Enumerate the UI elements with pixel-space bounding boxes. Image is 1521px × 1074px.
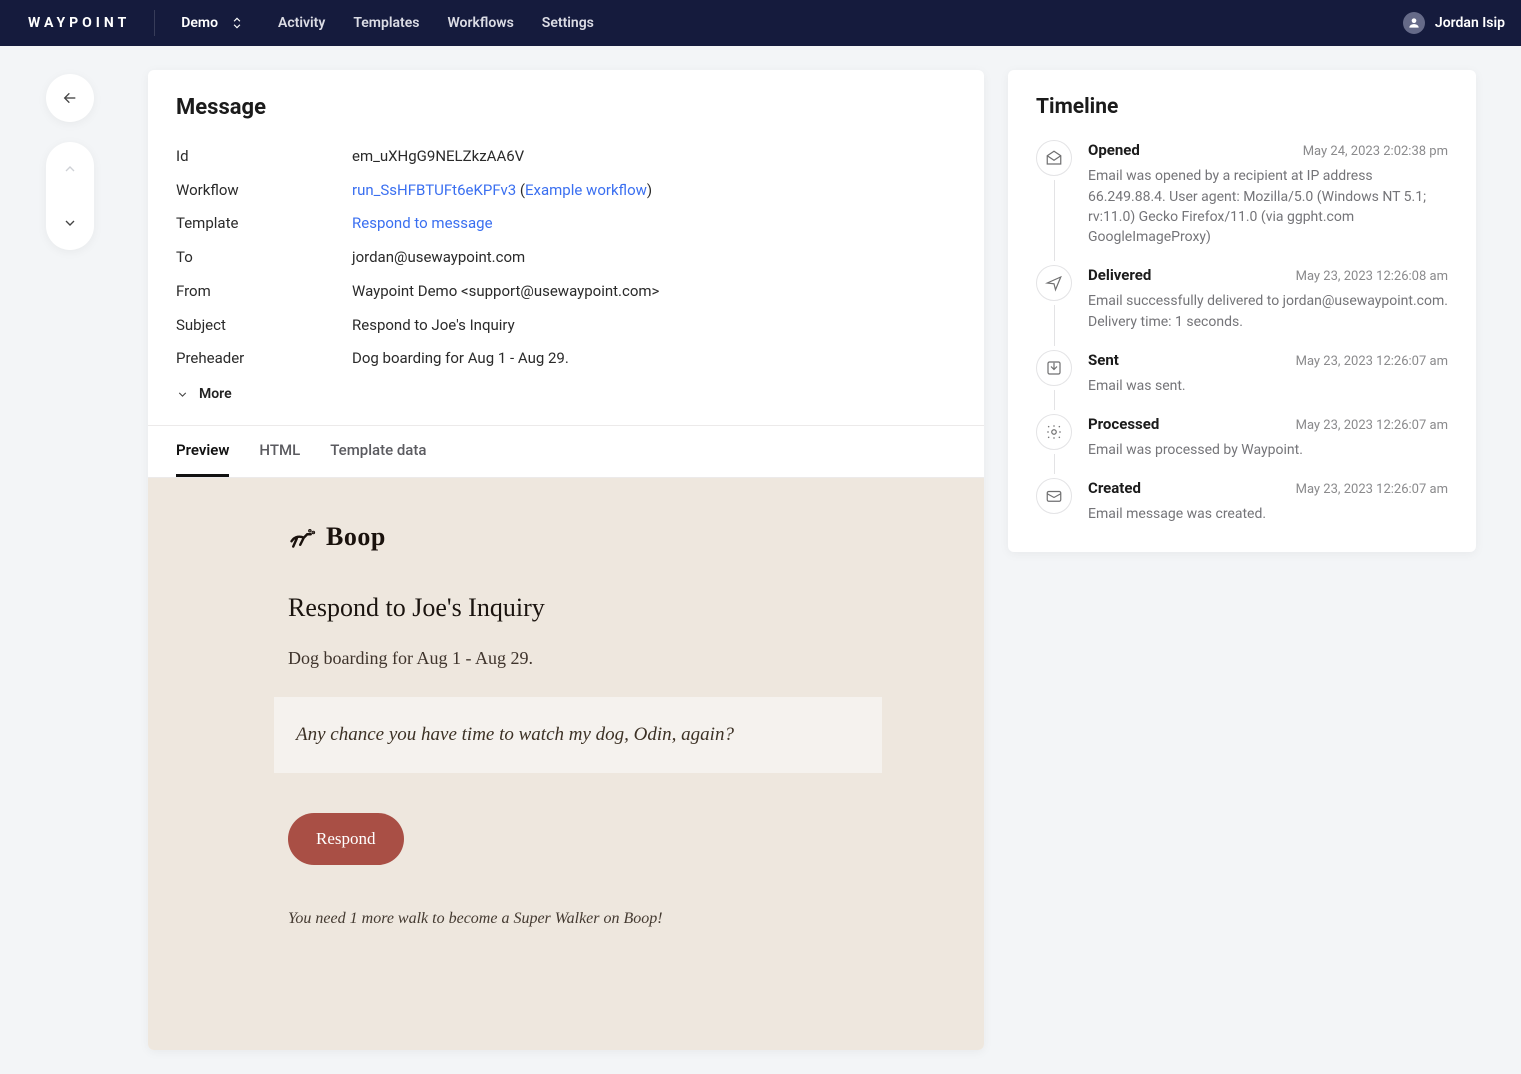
- respond-button[interactable]: Respond: [288, 813, 404, 866]
- meta-id: Id em_uXHgG9NELZkzAA6V: [176, 140, 956, 174]
- meta-label: From: [176, 281, 336, 303]
- event-date: May 23, 2023 12:26:07 am: [1296, 417, 1448, 436]
- nav-settings[interactable]: Settings: [542, 13, 594, 33]
- tab-preview[interactable]: Preview: [176, 426, 229, 477]
- meta-label: Id: [176, 146, 336, 168]
- created-icon: [1036, 478, 1072, 514]
- page: Message Id em_uXHgG9NELZkzAA6V Workflow …: [0, 46, 1500, 1074]
- event-name: Processed: [1088, 414, 1159, 436]
- workspace-switcher[interactable]: Demo: [175, 9, 250, 37]
- event-name: Created: [1088, 478, 1141, 500]
- meta-value: Dog boarding for Aug 1 - Aug 29.: [352, 348, 956, 370]
- chevron-down-icon: [62, 215, 78, 231]
- event-date: May 23, 2023 12:26:07 am: [1296, 481, 1448, 500]
- timeline-event-created: Created May 23, 2023 12:26:07 am Email m…: [1036, 478, 1448, 524]
- delivered-icon: [1036, 265, 1072, 301]
- email-brand: Boop: [288, 518, 868, 556]
- event-date: May 24, 2023 2:02:38 pm: [1303, 143, 1448, 162]
- email-footer-note: You need 1 more walk to become a Super W…: [288, 907, 868, 930]
- sent-icon: [1036, 350, 1072, 386]
- meta-value: jordan@usewaypoint.com: [352, 247, 956, 269]
- meta-preheader: Preheader Dog boarding for Aug 1 - Aug 2…: [176, 342, 956, 376]
- nav-activity[interactable]: Activity: [278, 13, 325, 33]
- meta-subject: Subject Respond to Joe's Inquiry: [176, 309, 956, 343]
- user-name: Jordan Isip: [1435, 13, 1505, 33]
- email-subtitle: Dog boarding for Aug 1 - Aug 29.: [288, 645, 868, 671]
- meta-label: To: [176, 247, 336, 269]
- meta-from: From Waypoint Demo <support@usewaypoint.…: [176, 275, 956, 309]
- meta-label: Workflow: [176, 180, 336, 202]
- workflow-link[interactable]: Example workflow: [525, 181, 647, 199]
- user-avatar-icon: [1403, 12, 1425, 34]
- event-date: May 23, 2023 12:26:07 am: [1296, 353, 1448, 372]
- dog-running-icon: [288, 522, 316, 550]
- email-quote: Any chance you have time to watch my dog…: [274, 697, 882, 773]
- tab-html[interactable]: HTML: [259, 426, 300, 477]
- workflow-run-link[interactable]: run_SsHFBTUFt6eKPFv3: [352, 181, 516, 199]
- nav-workflows[interactable]: Workflows: [447, 13, 513, 33]
- meta-value: Respond to Joe's Inquiry: [352, 315, 956, 337]
- meta-value: em_uXHgG9NELZkzAA6V: [352, 146, 956, 168]
- message-card: Message Id em_uXHgG9NELZkzAA6V Workflow …: [148, 70, 984, 1050]
- timeline-event-delivered: Delivered May 23, 2023 12:26:08 am Email…: [1036, 265, 1448, 349]
- meta-label: Subject: [176, 315, 336, 337]
- event-desc: Email was processed by Waypoint.: [1088, 440, 1448, 460]
- user-menu[interactable]: Jordan Isip: [1403, 12, 1505, 34]
- timeline-event-opened: Opened May 24, 2023 2:02:38 pm Email was…: [1036, 140, 1448, 265]
- email-body: Boop Respond to Joe's Inquiry Dog boardi…: [288, 518, 868, 931]
- chevrons-up-down-icon: [230, 16, 244, 30]
- more-label: More: [199, 384, 232, 404]
- meta-value: run_SsHFBTUFt6eKPFv3 (Example workflow): [352, 180, 956, 202]
- event-desc: Email was sent.: [1088, 376, 1448, 396]
- logo[interactable]: WAYPOINT: [28, 13, 154, 33]
- event-desc: Email was opened by a recipient at IP ad…: [1088, 166, 1448, 247]
- meta-to: To jordan@usewaypoint.com: [176, 241, 956, 275]
- tab-template-data[interactable]: Template data: [330, 426, 426, 477]
- arrow-left-icon: [62, 90, 78, 106]
- timeline-event-processed: Processed May 23, 2023 12:26:07 am Email…: [1036, 414, 1448, 478]
- event-name: Opened: [1088, 140, 1140, 162]
- event-desc: Email successfully delivered to jordan@u…: [1088, 291, 1448, 332]
- chevron-up-icon: [62, 161, 78, 177]
- email-brand-name: Boop: [326, 518, 386, 556]
- timeline-title: Timeline: [1036, 92, 1448, 122]
- top-nav: WAYPOINT Demo Activity Templates Workflo…: [0, 0, 1521, 46]
- timeline-event-sent: Sent May 23, 2023 12:26:07 am Email was …: [1036, 350, 1448, 414]
- more-toggle[interactable]: More: [176, 384, 232, 404]
- event-desc: Email message was created.: [1088, 504, 1448, 524]
- email-title: Respond to Joe's Inquiry: [288, 589, 868, 627]
- nav-templates[interactable]: Templates: [353, 13, 419, 33]
- workspace-name: Demo: [181, 13, 218, 33]
- card-title: Message: [148, 70, 984, 132]
- email-preview: Boop Respond to Joe's Inquiry Dog boardi…: [148, 478, 984, 1051]
- event-name: Sent: [1088, 350, 1119, 372]
- timeline-card: Timeline Opened May 24, 2023 2:02:38 pm …: [1008, 70, 1476, 552]
- content-tabs: Preview HTML Template data: [148, 425, 984, 478]
- meta-value: Respond to message: [352, 213, 956, 235]
- template-link[interactable]: Respond to message: [352, 214, 493, 232]
- nav-divider: [154, 10, 155, 36]
- meta-label: Preheader: [176, 348, 336, 370]
- prev-next-pill: [46, 142, 94, 250]
- chevron-down-icon: [176, 388, 189, 401]
- event-name: Delivered: [1088, 265, 1151, 287]
- meta-label: Template: [176, 213, 336, 235]
- prev-button[interactable]: [46, 142, 94, 196]
- message-meta: Id em_uXHgG9NELZkzAA6V Workflow run_SsHF…: [148, 140, 984, 425]
- back-button[interactable]: [46, 74, 94, 122]
- meta-template: Template Respond to message: [176, 207, 956, 241]
- meta-value: Waypoint Demo <support@usewaypoint.com>: [352, 281, 956, 303]
- processed-icon: [1036, 414, 1072, 450]
- opened-icon: [1036, 140, 1072, 176]
- event-date: May 23, 2023 12:26:08 am: [1296, 268, 1448, 287]
- nav-links: Activity Templates Workflows Settings: [278, 13, 594, 33]
- meta-workflow: Workflow run_SsHFBTUFt6eKPFv3 (Example w…: [176, 174, 956, 208]
- next-button[interactable]: [46, 196, 94, 250]
- side-nav-buttons: [16, 70, 124, 250]
